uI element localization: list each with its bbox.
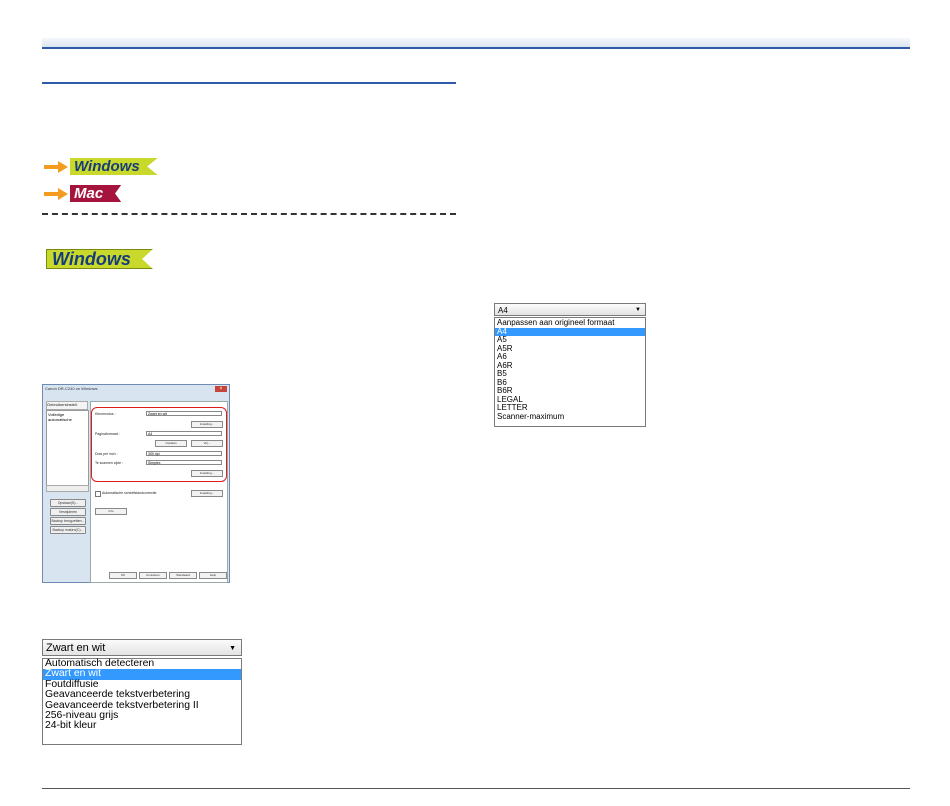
info-button[interactable]: Info	[95, 508, 127, 515]
page-size-save-button[interactable]: Opslaan	[155, 440, 187, 447]
color-mode-options-list: Automatisch detecteren Zwart en wit Fout…	[42, 658, 242, 745]
option-a5[interactable]: A5	[495, 335, 645, 345]
delete-button[interactable]: Verwijderen	[50, 508, 86, 516]
section-rule	[42, 82, 456, 84]
option-match-original[interactable]: Aanpassen aan origineel formaat	[495, 318, 645, 328]
user-settings-tab[interactable]: Gebruikersinstell.	[46, 401, 88, 410]
scan-side-label: Te scannen zijde :	[95, 461, 124, 465]
option-a4[interactable]: A4	[495, 327, 645, 336]
deskew-label: Automatische scheefstandcorrectie	[102, 491, 157, 495]
deskew-checkbox[interactable]	[95, 491, 101, 497]
cancel-button[interactable]: Annuleren	[139, 572, 167, 579]
scan-side-select[interactable]: Simplex	[146, 460, 222, 465]
restore-backup-button[interactable]: Backup terugzetten...	[50, 517, 86, 525]
windows-link-badge[interactable]: Windows	[70, 158, 158, 175]
color-mode-label: Kleurmodus :	[95, 412, 116, 416]
option-a5r[interactable]: A5R	[495, 344, 645, 354]
page-size-custom-button[interactable]: Vrij...	[191, 440, 223, 447]
ok-button[interactable]: OK	[109, 572, 137, 579]
dashed-divider	[42, 213, 456, 215]
scan-side-settings-button[interactable]: Instelling...	[191, 470, 223, 477]
arrow-right-icon	[44, 161, 68, 173]
basic-tab-panel: Kleurmodus : Zwart en wit Instelling... …	[90, 401, 228, 583]
help-button[interactable]: Help	[199, 572, 227, 579]
selected-value: A4	[498, 306, 508, 315]
page-size-select[interactable]: A4	[146, 431, 222, 436]
scanner-settings-dialog: Canon DR-C240 on Windows × Gebruikersins…	[42, 384, 230, 583]
dpi-select[interactable]: 300 dpi	[146, 451, 222, 456]
option-advanced-text-enhancement[interactable]: Geavanceerde tekstverbetering	[43, 689, 241, 700]
page-size-label: Paginaformaat :	[95, 432, 120, 436]
page-header-band	[42, 38, 910, 49]
save-button[interactable]: Opslaan(S)...	[50, 499, 86, 507]
default-button[interactable]: Standaard	[169, 572, 197, 579]
dialog-title: Canon DR-C240 on Windows	[45, 386, 98, 391]
dpi-label: Dots per inch :	[95, 452, 118, 456]
horizontal-scrollbar[interactable]	[46, 485, 89, 492]
color-mode-select-box[interactable]: Zwart en wit ▼	[42, 639, 242, 656]
page-size-options-list: Aanpassen aan origineel formaat A4 A5 A5…	[494, 317, 646, 427]
option-a6[interactable]: A6	[495, 352, 645, 362]
color-mode-select[interactable]: Zwart en wit	[146, 411, 222, 416]
arrow-right-icon	[44, 188, 68, 200]
chevron-down-icon[interactable]: ▼	[635, 304, 641, 317]
option-b5[interactable]: B5	[495, 369, 645, 379]
color-mode-settings-button[interactable]: Instelling...	[191, 421, 223, 428]
mac-link-badge[interactable]: Mac	[70, 185, 122, 202]
close-icon[interactable]: ×	[215, 386, 227, 392]
option-a6r[interactable]: A6R	[495, 361, 645, 371]
list-item[interactable]: Volledige automatische	[47, 411, 88, 423]
user-settings-panel: Gebruikersinstell. Volledige automatisch…	[46, 401, 89, 571]
user-settings-list[interactable]: Volledige automatische	[46, 410, 89, 487]
option-scanner-maximum[interactable]: Scanner-maximum	[495, 412, 645, 422]
option-24-bit-color[interactable]: 24-bit kleur	[43, 720, 241, 731]
windows-section-badge: Windows	[46, 249, 153, 269]
option-b6[interactable]: B6	[495, 378, 645, 388]
deskew-settings-button[interactable]: Instelling...	[191, 490, 223, 497]
page-size-select-box[interactable]: A4 ▼	[494, 303, 646, 316]
selected-value: Zwart en wit	[46, 642, 106, 654]
footer-rule	[42, 788, 910, 789]
create-backup-button[interactable]: Backup maken(C)...	[50, 526, 86, 534]
chevron-down-icon[interactable]: ▼	[229, 640, 236, 657]
